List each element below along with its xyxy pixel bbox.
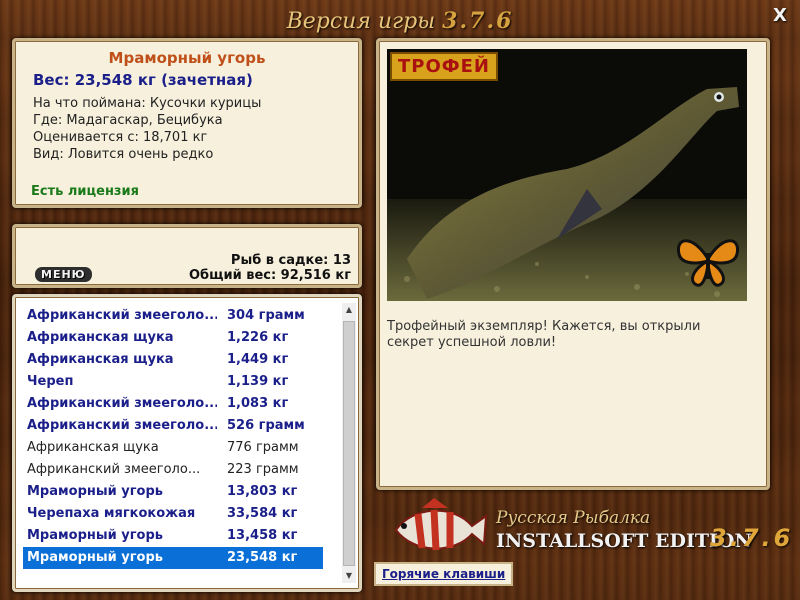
trophy-description: Трофейный экземпляр! Кажется, вы открыли… <box>387 319 701 350</box>
brand-version: 3.7.6 <box>710 524 794 552</box>
menu-button[interactable]: МЕНЮ <box>35 267 92 282</box>
catch-weight: 776 грамм <box>227 440 299 455</box>
scroll-up-icon[interactable]: ▲ <box>342 303 356 317</box>
catch-row[interactable]: Мраморный угорь 13,458 кг <box>23 525 323 547</box>
catch-name: Африканский змееголо... <box>27 308 217 323</box>
fish-weight: Вес: 23,548 кг (зачетная) <box>33 71 253 89</box>
catch-name: Африканский змееголо... <box>27 462 201 477</box>
catch-row[interactable]: Африканский змееголо... 526 грамм <box>23 415 323 437</box>
location-line: Где: Мадагаскар, Бецибука <box>33 113 223 128</box>
catch-row[interactable]: Мраморный угорь 13,803 кг <box>23 481 323 503</box>
catch-row[interactable]: Африканская щука 776 грамм <box>23 437 323 459</box>
catch-row[interactable]: Африканский змееголо... 304 грамм <box>23 305 323 327</box>
catch-weight: 1,449 кг <box>227 352 289 367</box>
catch-name: Черепаха мягкокожая <box>27 506 196 521</box>
catch-name: Африканская щука <box>27 330 174 345</box>
catch-name: Череп <box>27 374 74 389</box>
catch-row[interactable]: Мраморный угорь 23,548 кг <box>23 547 323 569</box>
catch-name: Африканский змееголо... <box>27 396 217 411</box>
catch-name: Африканский змееголо... <box>27 418 217 433</box>
photo-panel: ТРОФЕЙ Трофейный экземпляр! Кажется, вы … <box>376 38 770 490</box>
catch-row[interactable]: Черепаха мягкокожая 33,584 кг <box>23 503 323 525</box>
catch-row[interactable]: Череп 1,139 кг <box>23 371 323 393</box>
fish-photo: ТРОФЕЙ <box>387 49 747 301</box>
value-line: Оценивается с: 18,701 кг <box>33 130 208 145</box>
title-version: 3.7.6 <box>442 8 514 34</box>
scroll-down-icon[interactable]: ▼ <box>342 569 356 583</box>
title-prefix: Версия игры <box>286 9 436 34</box>
catch-weight: 304 грамм <box>227 308 305 323</box>
catch-weight: 23,548 кг <box>227 550 298 565</box>
catch-name: Африканская щука <box>27 440 159 455</box>
catch-row[interactable]: Африканский змееголо... 223 грамм <box>23 459 323 481</box>
catch-weight: 33,584 кг <box>227 506 298 521</box>
hotkeys-link[interactable]: Горячие клавиши <box>374 562 514 586</box>
catch-weight: 223 грамм <box>227 462 299 477</box>
catch-weight: 1,226 кг <box>227 330 289 345</box>
scrollbar[interactable]: ▲ ▼ <box>342 303 356 583</box>
license-status: Есть лицензия <box>31 184 139 199</box>
catch-weight: 1,083 кг <box>227 396 289 411</box>
brand-line1: Русская Рыбалка <box>496 508 651 528</box>
catch-list: Африканский змееголо... 304 грамм Африканс… <box>23 305 323 569</box>
catch-weight: 526 грамм <box>227 418 305 433</box>
bait-line: На что поймана: Кусочки курицы <box>33 96 262 111</box>
scroll-thumb[interactable] <box>343 321 355 566</box>
catch-weight: 13,458 кг <box>227 528 298 543</box>
total-weight: Общий вес: 92,516 кг <box>188 268 351 283</box>
catch-weight: 1,139 кг <box>227 374 289 389</box>
catch-row[interactable]: Африканская щука 1,226 кг <box>23 327 323 349</box>
trophy-badge: ТРОФЕЙ <box>390 52 498 81</box>
cage-stats: Рыб в садке: 13 Общий вес: 92,516 кг <box>189 253 351 283</box>
catch-name: Африканская щука <box>27 352 174 367</box>
fish-info-panel: Мраморный угорь Вес: 23,548 кг (зачетная… <box>12 38 362 208</box>
catch-name: Мраморный угорь <box>27 484 163 499</box>
fish-name: Мраморный угорь <box>108 49 266 67</box>
rarity-line: Вид: Ловится очень редко <box>33 147 214 162</box>
cage-summary-panel: МЕНЮ Рыб в садке: 13 Общий вес: 92,516 к… <box>12 224 362 288</box>
perch-fish-icon <box>394 498 488 551</box>
catch-list-panel: Африканский змееголо... 304 грамм Африканс… <box>12 294 362 592</box>
catch-row[interactable]: Африканская щука 1,449 кг <box>23 349 323 371</box>
catch-row[interactable]: Африканский змееголо... 1,083 кг <box>23 393 323 415</box>
catch-name: Мраморный угорь <box>27 550 163 565</box>
catch-name: Мраморный угорь <box>27 528 163 543</box>
branding-logo: Русская Рыбалка INSTALLSOFT EDITION 3.7.… <box>388 494 790 564</box>
catch-weight: 13,803 кг <box>227 484 298 499</box>
fish-count: Рыб в садке: 13 <box>230 253 351 268</box>
close-icon[interactable]: X <box>770 6 790 26</box>
window-title: Версия игры 3.7.6 <box>0 8 800 34</box>
butterfly-icon <box>676 239 740 287</box>
